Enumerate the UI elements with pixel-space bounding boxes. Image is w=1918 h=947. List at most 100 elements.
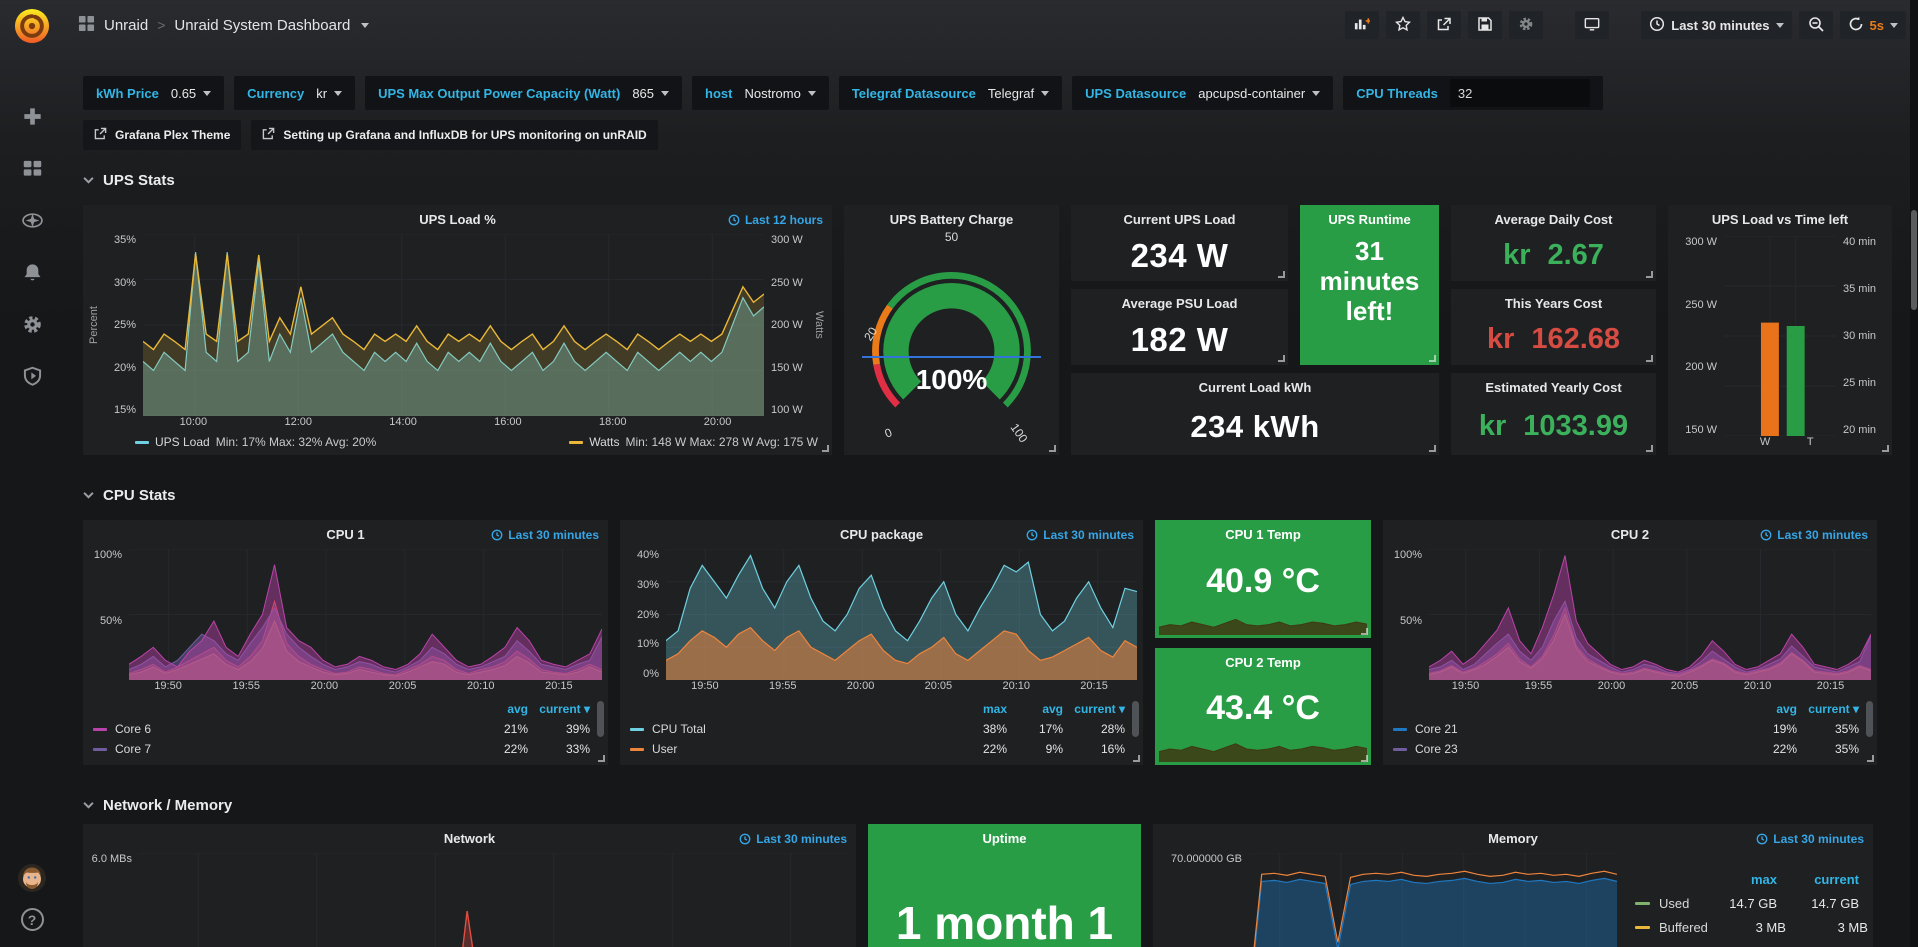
- stat-value: kr162.68: [1451, 314, 1656, 365]
- legend-table: maxavgcurrent ▾ CPU Total38%17%28% User2…: [620, 697, 1143, 765]
- legend-col-avg[interactable]: avg: [472, 702, 528, 716]
- sidebar-item-alerting[interactable]: [19, 261, 45, 287]
- panel-title[interactable]: Estimated Yearly Cost: [1451, 373, 1656, 398]
- legend-col-current[interactable]: current ▾: [1063, 702, 1125, 716]
- legend-col-current[interactable]: current: [1777, 872, 1859, 887]
- panel-time-override[interactable]: Last 30 minutes: [1756, 832, 1864, 846]
- gauge-value: 100%: [854, 364, 1049, 396]
- panel-title[interactable]: Uptime: [868, 824, 1141, 849]
- section-ups-stats[interactable]: UPS Stats: [83, 167, 1892, 193]
- bell-icon: [22, 262, 43, 286]
- chevron-down-icon[interactable]: [361, 23, 369, 28]
- time-range-label: Last 30 minutes: [1671, 18, 1769, 33]
- link-grafana-plex-theme[interactable]: Grafana Plex Theme: [83, 120, 241, 150]
- sidebar-item-dashboards[interactable]: [19, 157, 45, 183]
- cpu2-chart[interactable]: [1429, 549, 1871, 680]
- sidebar-item-create[interactable]: [19, 105, 45, 131]
- legend-col-avg[interactable]: avg: [1007, 702, 1063, 716]
- grafana-logo[interactable]: [11, 5, 53, 47]
- panel-time-override[interactable]: Last 30 minutes: [1760, 528, 1868, 542]
- network-memory-row: Network Last 30 minutes 6.0 MBs4.0 MBs2.…: [83, 824, 1892, 947]
- cpu-package-chart[interactable]: [666, 549, 1137, 680]
- legend-row: Core 2322%35%: [1393, 739, 1859, 759]
- panel-title[interactable]: Current Load kWh: [1071, 373, 1439, 398]
- legend-col-avg[interactable]: avg: [1741, 702, 1797, 716]
- y-axis-right: 300 W250 W200 W150 W100 W: [764, 234, 812, 416]
- legend-scrollbar[interactable]: [597, 701, 604, 737]
- clock-icon: [491, 529, 503, 541]
- panel-time-override[interactable]: Last 30 minutes: [739, 832, 847, 846]
- legend-col-current[interactable]: current ▾: [1797, 702, 1859, 716]
- y-axis-left: 100%50%: [1387, 549, 1429, 680]
- cycle-view-button[interactable]: [1575, 11, 1609, 39]
- sidebar-item-server-admin[interactable]: [19, 365, 45, 391]
- help-icon[interactable]: ?: [21, 908, 44, 931]
- panel-title[interactable]: UPS Load vs Time left: [1668, 205, 1892, 230]
- y-axis-left: 40%30%20%10%0%: [624, 549, 666, 680]
- ups-load-chart[interactable]: [143, 234, 764, 416]
- page-scrollbar: [1910, 0, 1918, 947]
- panel-title[interactable]: This Years Cost: [1451, 289, 1656, 314]
- dashboard-title[interactable]: Unraid System Dashboard: [174, 17, 350, 34]
- shield-icon: [22, 366, 43, 390]
- dashboard-settings-button[interactable]: [1509, 11, 1543, 39]
- save-dashboard-button[interactable]: [1468, 11, 1502, 39]
- variable-currency[interactable]: Currency kr: [234, 76, 355, 110]
- panel-title[interactable]: Average PSU Load: [1071, 289, 1288, 314]
- y-axis-left: 300 W250 W200 W150 W: [1674, 236, 1724, 436]
- section-network-memory[interactable]: Network / Memory: [83, 792, 1892, 818]
- legend-scrollbar[interactable]: [1866, 701, 1873, 737]
- panel-title[interactable]: CPU 2 Temp: [1155, 648, 1371, 673]
- y-axis-left: 35%30%25%20%15%: [101, 234, 143, 416]
- variable-telegraf-datasource[interactable]: Telegraf Datasource Telegraf: [839, 76, 1062, 110]
- legend-series-ups-load[interactable]: UPS Load Min: 17% Max: 32% Avg: 20%: [135, 435, 376, 449]
- variable-ups-datasource[interactable]: UPS Datasource apcupsd-container: [1072, 76, 1333, 110]
- breadcrumb-separator: >: [157, 17, 165, 33]
- section-cpu-stats[interactable]: CPU Stats: [83, 482, 1892, 508]
- panel-cpu2: CPU 2 Last 30 minutes 100%50% 19:5019:55…: [1383, 520, 1877, 765]
- clock-icon: [1649, 16, 1665, 35]
- legend-col-max[interactable]: max: [951, 702, 1007, 716]
- refresh-control[interactable]: 5s: [1840, 11, 1906, 39]
- add-panel-button[interactable]: [1345, 11, 1379, 39]
- link-grafana-influxdb-ups-guide[interactable]: Setting up Grafana and InfluxDB for UPS …: [251, 120, 657, 150]
- star-icon: [1395, 16, 1411, 35]
- panel-title[interactable]: UPS Battery Charge: [844, 205, 1059, 230]
- sidebar-item-explore[interactable]: [19, 209, 45, 235]
- user-avatar[interactable]: [18, 864, 46, 892]
- y-axis-left: 6.0 MBs4.0 MBs2.0 MBs: [87, 853, 139, 947]
- legend-scrollbar[interactable]: [1132, 701, 1139, 737]
- cpu-threads-input[interactable]: [1450, 79, 1590, 107]
- panel-title[interactable]: UPS Runtime: [1300, 205, 1439, 230]
- gear-icon: [22, 314, 43, 338]
- share-dashboard-button[interactable]: [1427, 11, 1461, 39]
- breadcrumb: Unraid > Unraid System Dashboard: [78, 15, 369, 36]
- variable-ups-max-output[interactable]: UPS Max Output Power Capacity (Watt) 865: [365, 76, 682, 110]
- panel-time-override[interactable]: Last 30 minutes: [491, 528, 599, 542]
- legend-col-current[interactable]: current ▾: [528, 702, 590, 716]
- panel-title[interactable]: CPU 1 Temp: [1155, 520, 1371, 545]
- temp-sparkline: [1159, 736, 1367, 762]
- compass-icon: [22, 210, 43, 234]
- cpu1-chart[interactable]: [129, 549, 602, 680]
- variable-kwh-price[interactable]: kWh Price 0.65: [83, 76, 224, 110]
- ups-load-vs-time-chart[interactable]: [1724, 236, 1836, 436]
- legend-col-max[interactable]: max: [1699, 872, 1777, 887]
- breadcrumb-folder[interactable]: Unraid: [104, 17, 148, 34]
- sidebar-item-configuration[interactable]: [19, 313, 45, 339]
- panel-time-override[interactable]: Last 30 minutes: [1026, 528, 1134, 542]
- variable-host[interactable]: host Nostromo: [692, 76, 829, 110]
- panel-title[interactable]: Current UPS Load: [1071, 205, 1288, 230]
- network-chart[interactable]: [139, 853, 850, 947]
- template-variables-row: kWh Price 0.65 Currency kr UPS Max Outpu…: [83, 76, 1892, 110]
- star-dashboard-button[interactable]: [1386, 11, 1420, 39]
- page-scrollbar-thumb[interactable]: [1911, 210, 1917, 310]
- panel-time-override[interactable]: Last 12 hours: [728, 213, 823, 227]
- panel-title[interactable]: Average Daily Cost: [1451, 205, 1656, 230]
- memory-chart[interactable]: [1249, 853, 1617, 947]
- time-range-picker[interactable]: Last 30 minutes: [1641, 11, 1791, 39]
- zoom-out-button[interactable]: [1799, 11, 1833, 39]
- panel-title[interactable]: UPS Load %: [83, 205, 832, 230]
- legend-series-watts[interactable]: Watts Min: 148 W Max: 278 W Avg: 175 W: [569, 435, 818, 449]
- refresh-interval-label: 5s: [1870, 18, 1884, 33]
